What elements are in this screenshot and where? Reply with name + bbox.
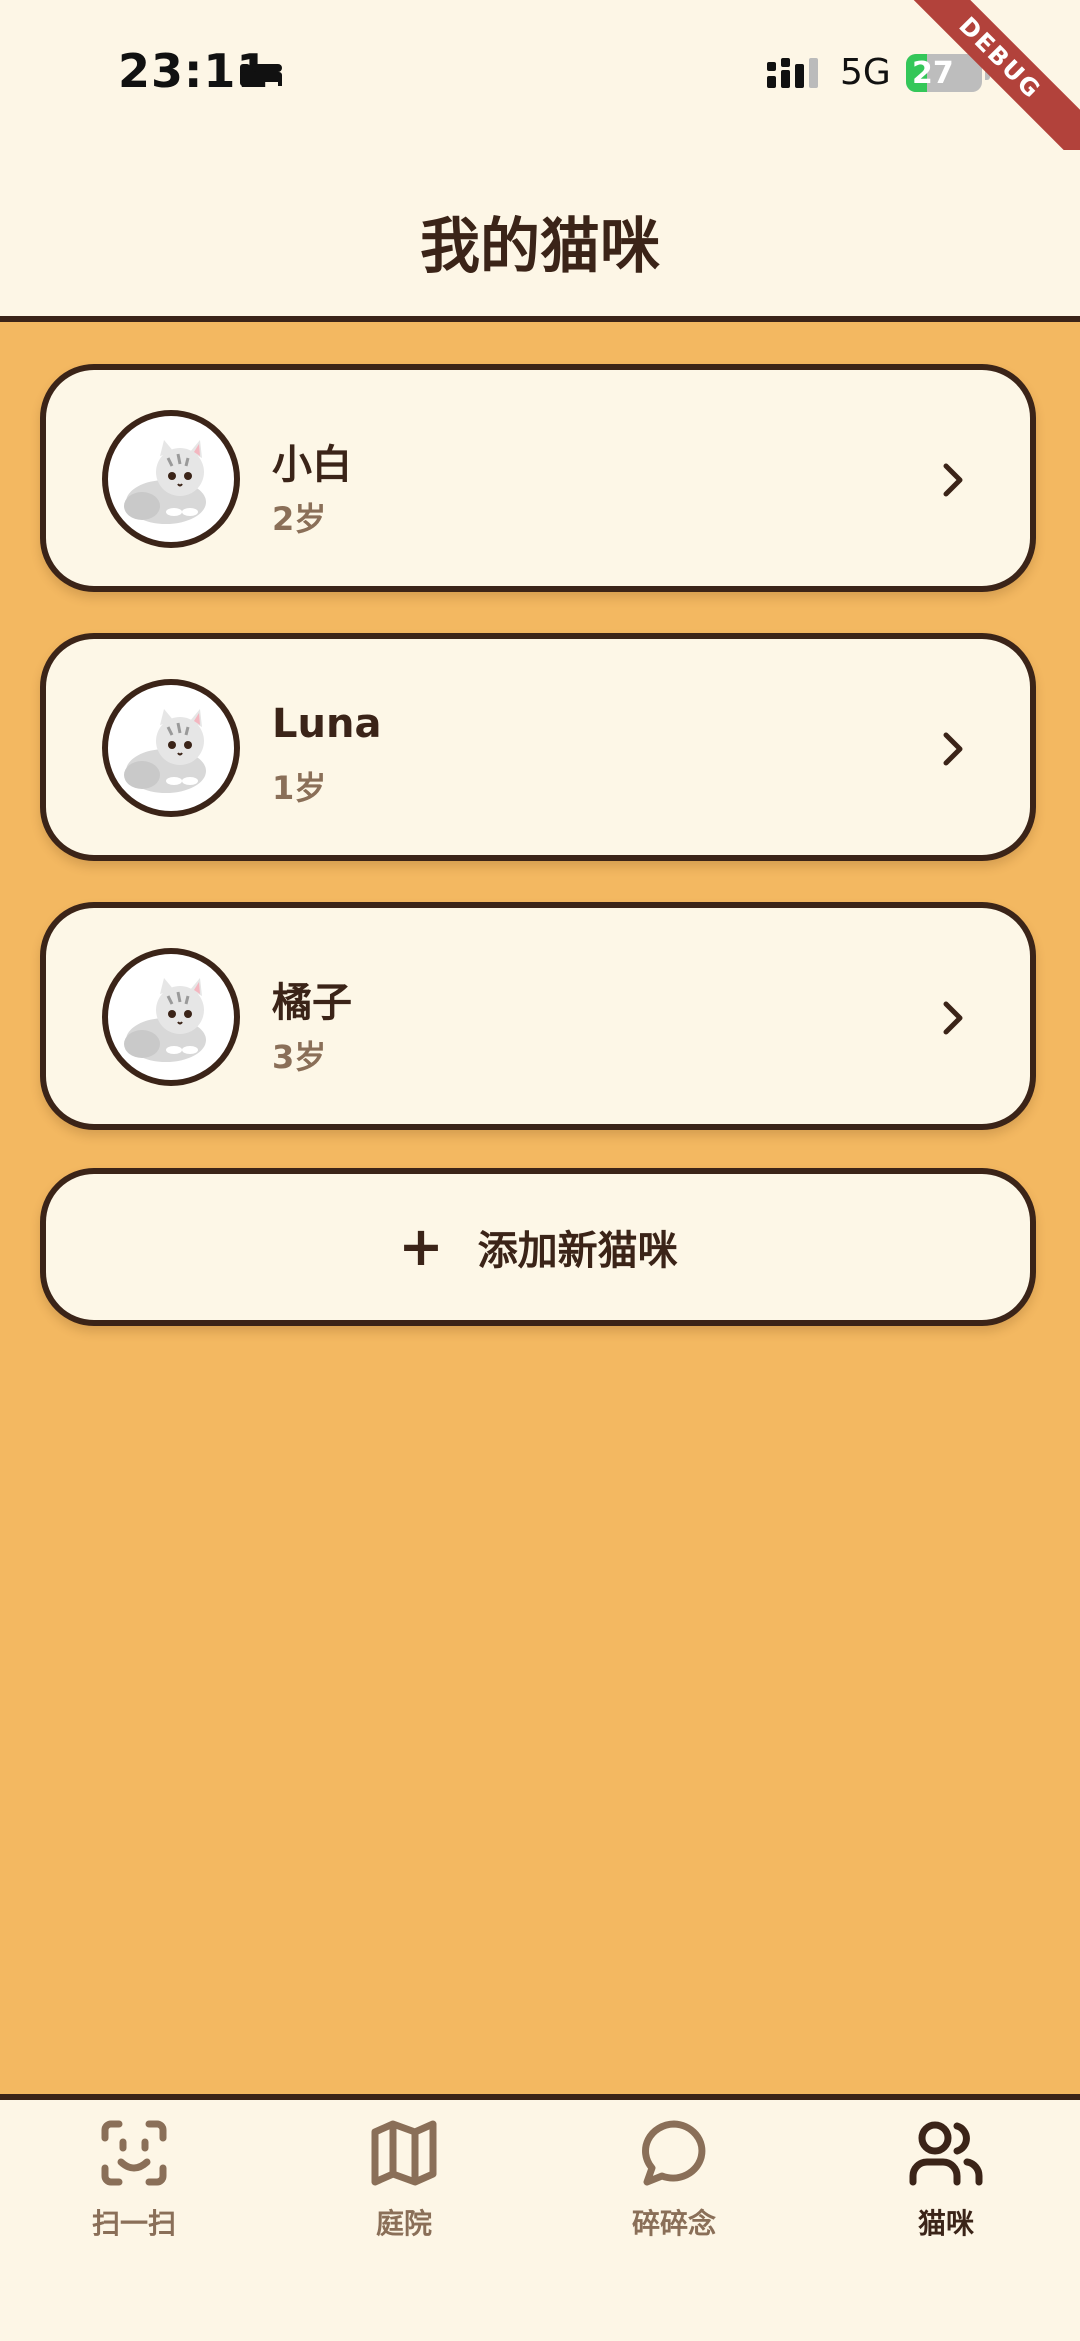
cat-name: 橘子 <box>272 980 352 1026</box>
chevron-right-icon <box>943 1001 963 1035</box>
add-cat-label: 添加新猫咪 <box>477 1228 678 1274</box>
nav-item-scan[interactable]: 扫一扫 <box>34 2118 234 2258</box>
face-scan-icon <box>101 2120 167 2186</box>
cat-illustration-icon <box>124 709 206 793</box>
cat-card[interactable]: 小白 2岁 <box>40 364 1036 592</box>
add-cat-button[interactable]: + 添加新猫咪 <box>40 1168 1036 1326</box>
battery-charging-icon: 27 <box>906 54 982 92</box>
cat-age: 2岁 <box>272 500 327 538</box>
cat-age: 1岁 <box>272 769 327 807</box>
cat-card[interactable]: Luna 1岁 <box>40 633 1036 861</box>
nav-label: 庭院 <box>375 2207 432 2240</box>
cat-age: 3岁 <box>272 1038 327 1076</box>
app-header: 我的猫咪 <box>0 150 1080 322</box>
nav-item-courtyard[interactable]: 庭院 <box>304 2118 504 2258</box>
network-type: 5G <box>840 52 891 93</box>
cat-name: Luna <box>272 701 382 747</box>
page-title: 我的猫咪 <box>420 212 660 282</box>
nav-label: 碎碎念 <box>631 2207 716 2240</box>
chat-bubble-icon <box>642 2120 706 2186</box>
map-icon <box>371 2120 437 2186</box>
cat-illustration-icon <box>124 440 206 524</box>
chevron-right-icon <box>943 732 963 766</box>
cat-avatar <box>102 410 240 548</box>
nav-label: 扫一扫 <box>91 2207 176 2240</box>
plus-icon: + <box>398 1215 444 1278</box>
cat-avatar <box>102 948 240 1086</box>
signal-icon <box>767 58 818 88</box>
cat-name: 小白 <box>272 442 352 488</box>
nav-label: 猫咪 <box>917 2207 974 2240</box>
status-bar: 23:11 5G 27 DEBUG <box>0 0 1080 179</box>
battery-percent: 27 <box>912 56 954 91</box>
cat-avatar <box>102 679 240 817</box>
bottom-nav: 扫一扫 庭院 碎碎念 猫咪 <box>0 2094 1080 2341</box>
chevron-right-icon <box>943 463 963 497</box>
bed-icon <box>240 64 282 86</box>
cat-illustration-icon <box>124 978 206 1062</box>
nav-item-chatter[interactable]: 碎碎念 <box>574 2118 774 2258</box>
users-icon <box>909 2121 983 2186</box>
cat-card[interactable]: 橘子 3岁 <box>40 902 1036 1130</box>
nav-item-cats[interactable]: 猫咪 <box>846 2118 1046 2258</box>
